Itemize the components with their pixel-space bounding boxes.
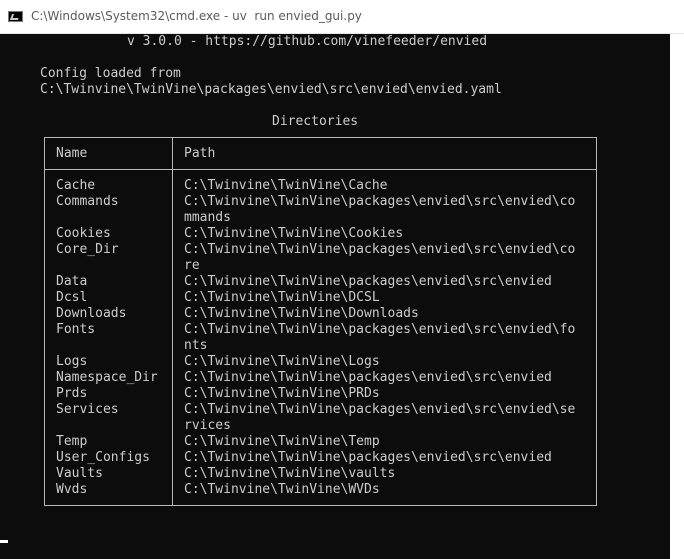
row-path: C:\Twinvine\TwinVine\PRDs: [184, 386, 380, 401]
cmd-window: C:\Windows\System32\cmd.exe - uv run env…: [0, 0, 684, 559]
row-name: Services: [56, 402, 119, 417]
row-name: Temp: [56, 434, 88, 449]
row-name: Logs: [56, 354, 88, 369]
row-path: re: [184, 258, 200, 273]
row-path: C:\Twinvine\TwinVine\vaults: [184, 466, 396, 481]
version-line: v 3.0.0 - https://github.com/vinefeeder/…: [127, 34, 488, 49]
cmd-icon[interactable]: [8, 11, 23, 22]
row-name: Data: [56, 274, 88, 289]
row-path: C:\Twinvine\TwinVine\packages\envied\src…: [184, 194, 576, 209]
header-name: Name: [56, 146, 88, 161]
row-name: Dcsl: [56, 290, 88, 305]
console-output[interactable]: v 3.0.0 - https://github.com/vinefeeder/…: [0, 34, 670, 559]
row-path: C:\Twinvine\TwinVine\packages\envied\src…: [184, 322, 576, 337]
title-bar[interactable]: C:\Windows\System32\cmd.exe - uv run env…: [0, 0, 684, 34]
row-path: C:\Twinvine\TwinVine\Cookies: [184, 226, 404, 241]
row-name: Vaults: [56, 466, 103, 481]
column-divider: [172, 138, 173, 505]
row-name: Downloads: [56, 306, 127, 321]
row-path: C:\Twinvine\TwinVine\Cache: [184, 178, 388, 193]
window-title: C:\Windows\System32\cmd.exe - uv run env…: [31, 9, 362, 23]
row-path: C:\Twinvine\TwinVine\WVDs: [184, 482, 380, 497]
row-name: Core_Dir: [56, 242, 119, 257]
directories-title: Directories: [272, 114, 359, 129]
row-path: C:\Twinvine\TwinVine\packages\envied\src…: [184, 242, 576, 257]
row-path: nts: [184, 338, 208, 353]
row-name: Cookies: [56, 226, 111, 241]
header-divider: [45, 169, 596, 170]
row-name: Fonts: [56, 322, 96, 337]
row-name: Cache: [56, 178, 96, 193]
row-name: Prds: [56, 386, 88, 401]
row-name: User_Configs: [56, 450, 150, 465]
row-path: C:\Twinvine\TwinVine\packages\envied\src…: [184, 450, 552, 465]
text-cursor: [0, 540, 8, 543]
row-name: Namespace_Dir: [56, 370, 158, 385]
row-path: C:\Twinvine\TwinVine\packages\envied\src…: [184, 402, 576, 417]
directories-table: Name Path Cache C:\Twinvine\TwinVine\Cach…: [44, 137, 597, 506]
scrollbar[interactable]: [670, 34, 684, 559]
row-name: Wvds: [56, 482, 88, 497]
config-path: C:\Twinvine\TwinVine\packages\envied\src…: [40, 82, 502, 97]
row-path: C:\Twinvine\TwinVine\Logs: [184, 354, 380, 369]
config-loaded-label: Config loaded from: [40, 66, 181, 81]
row-name: Commands: [56, 194, 119, 209]
row-path: C:\Twinvine\TwinVine\DCSL: [184, 290, 380, 305]
row-path: C:\Twinvine\TwinVine\packages\envied\src…: [184, 274, 552, 289]
row-path: C:\Twinvine\TwinVine\Temp: [184, 434, 380, 449]
row-path: rvices: [184, 418, 231, 433]
row-path: C:\Twinvine\TwinVine\Downloads: [184, 306, 419, 321]
row-path: C:\Twinvine\TwinVine\packages\envied\src…: [184, 370, 552, 385]
header-path: Path: [184, 146, 216, 161]
row-path: mmands: [184, 210, 231, 225]
